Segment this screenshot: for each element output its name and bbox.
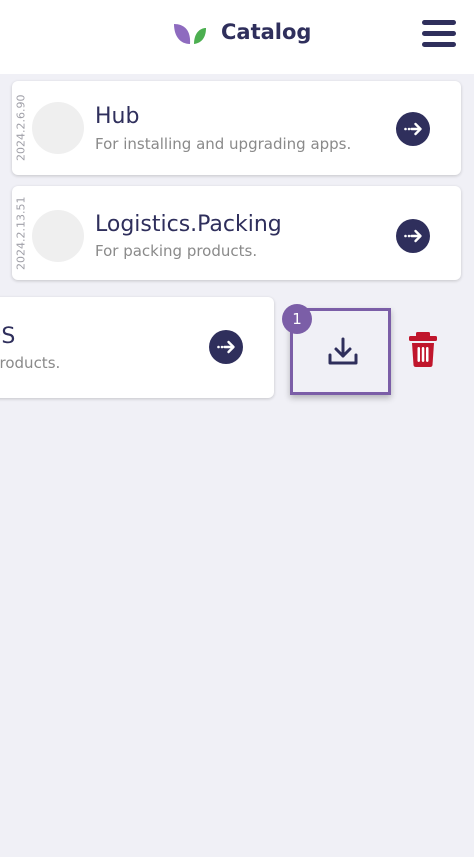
- app-description: products.: [0, 354, 61, 372]
- arrow-right-circle-icon[interactable]: [396, 219, 430, 253]
- app-name: os: [0, 324, 16, 349]
- app-card-swiped[interactable]: os products.: [0, 297, 274, 398]
- app-card-logistics-packing[interactable]: 2024.2.13.51 Logistics.Packing For packi…: [12, 186, 461, 280]
- arrow-right-circle-icon[interactable]: [209, 330, 243, 364]
- app-icon-placeholder: [32, 210, 84, 262]
- arrow-right-circle-icon[interactable]: [396, 112, 430, 146]
- app-name: Logistics.Packing: [95, 212, 282, 237]
- leaf-logo-icon: [174, 24, 206, 44]
- app-header: Catalog: [0, 0, 474, 74]
- trash-icon: [409, 332, 437, 367]
- step-badge: 1: [282, 304, 312, 334]
- app-icon-placeholder: [32, 102, 84, 154]
- page-title: Catalog: [221, 20, 312, 44]
- app-name: Hub: [95, 104, 140, 129]
- app-version: 2024.2.13.51: [14, 196, 28, 270]
- app-card-hub[interactable]: 2024.2.6.90 Hub For installing and upgra…: [12, 81, 461, 175]
- app-version: 2024.2.6.90: [14, 94, 28, 162]
- download-icon: [328, 337, 358, 365]
- app-description: For packing products.: [95, 242, 258, 260]
- hamburger-menu-icon[interactable]: [422, 20, 456, 48]
- app-description: For installing and upgrading apps.: [95, 135, 352, 153]
- delete-button[interactable]: [406, 330, 440, 368]
